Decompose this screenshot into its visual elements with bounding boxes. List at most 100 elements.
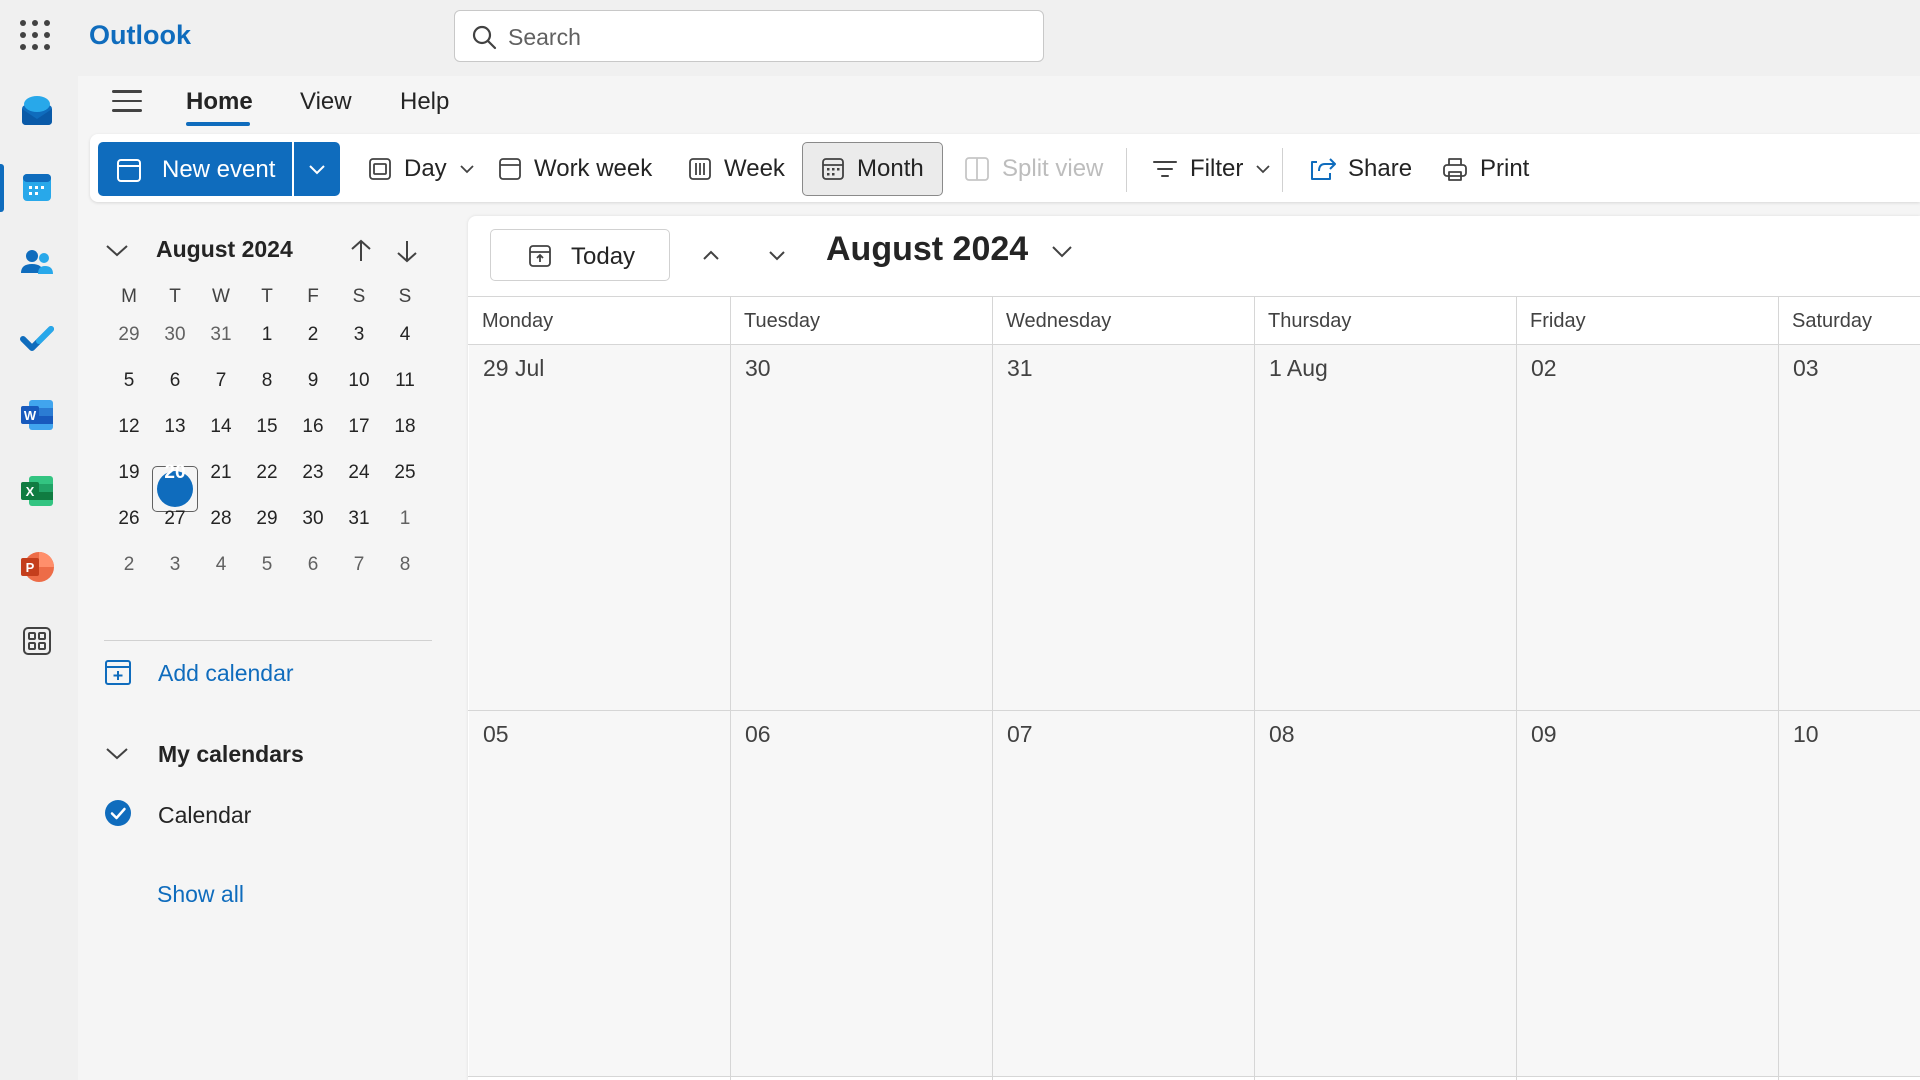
work-week-view-button[interactable]: Work week — [498, 142, 652, 196]
mini-day[interactable]: 24 — [336, 450, 382, 496]
mini-day[interactable]: 13 — [152, 404, 198, 450]
people-icon[interactable] — [16, 242, 58, 284]
calendar-day-cell[interactable]: 08 — [1255, 711, 1517, 1076]
mini-day[interactable]: 8 — [244, 358, 290, 404]
mini-day[interactable]: 17 — [336, 404, 382, 450]
mini-day[interactable]: 6 — [152, 358, 198, 404]
today-label: Today — [571, 243, 636, 270]
calendar-day-cell[interactable]: 29 Jul — [469, 345, 731, 710]
calendar-day-cell[interactable]: 05 — [469, 711, 731, 1076]
calendar-day-cell[interactable]: 03 — [1779, 345, 1920, 710]
calendar-day-cell[interactable]: 31 — [993, 345, 1255, 710]
mini-day[interactable]: 3 — [152, 542, 198, 588]
powerpoint-icon[interactable]: P — [16, 546, 58, 588]
day-number: 31 — [1007, 355, 1033, 381]
share-button[interactable]: Share — [1310, 142, 1412, 196]
mini-day[interactable]: 7 — [336, 542, 382, 588]
mini-day[interactable]: 31 — [198, 312, 244, 358]
app-title[interactable]: Outlook — [89, 20, 191, 51]
mini-day[interactable]: 2 — [290, 312, 336, 358]
calendar-day-cell[interactable]: 1 Aug — [1255, 345, 1517, 710]
mini-day[interactable]: 4 — [198, 542, 244, 588]
tab-help[interactable]: Help — [400, 88, 449, 116]
more-apps-icon[interactable] — [16, 620, 58, 662]
todo-icon[interactable] — [16, 318, 58, 360]
chevron-down-icon[interactable] — [762, 240, 792, 270]
chevron-up-icon[interactable] — [696, 240, 726, 270]
excel-icon[interactable]: X — [16, 470, 58, 512]
mini-day[interactable]: 23 — [290, 450, 336, 496]
calendar-day-cell[interactable]: 30 — [731, 345, 993, 710]
month-view-button[interactable]: Month — [802, 142, 943, 196]
app-launcher-icon[interactable] — [20, 20, 50, 50]
collapse-mini-calendar-icon[interactable] — [104, 240, 130, 260]
hamburger-menu-icon[interactable] — [112, 90, 142, 114]
grid-line — [468, 296, 1920, 297]
calendar-month-title[interactable]: August 2024 — [826, 230, 1074, 269]
mini-day[interactable]: 31 — [336, 496, 382, 542]
mini-day[interactable]: 29 — [244, 496, 290, 542]
mini-day[interactable]: 11 — [382, 358, 428, 404]
mini-day[interactable]: 29 — [106, 312, 152, 358]
mail-icon[interactable] — [16, 90, 58, 132]
mini-day[interactable]: 15 — [244, 404, 290, 450]
tab-view[interactable]: View — [300, 88, 352, 116]
mini-day[interactable]: 30 — [152, 312, 198, 358]
mini-day-today[interactable]: 20 — [152, 450, 198, 496]
mini-day[interactable]: 16 — [290, 404, 336, 450]
mini-calendar-title[interactable]: August 2024 — [156, 236, 293, 263]
mini-day[interactable]: 12 — [106, 404, 152, 450]
week-view-button[interactable]: Week — [688, 142, 785, 196]
mini-day[interactable]: 21 — [198, 450, 244, 496]
search-placeholder[interactable]: Search — [508, 24, 581, 51]
mini-day[interactable]: 25 — [382, 450, 428, 496]
mini-day[interactable]: 28 — [198, 496, 244, 542]
arrow-up-icon[interactable] — [348, 238, 374, 264]
mini-day[interactable]: 4 — [382, 312, 428, 358]
mini-day[interactable]: 10 — [336, 358, 382, 404]
mini-day[interactable]: 27 — [152, 496, 198, 542]
search-box[interactable]: Search — [454, 10, 1044, 62]
mini-day[interactable]: 7 — [198, 358, 244, 404]
calendar-day-cell[interactable]: 02 — [1517, 345, 1779, 710]
mini-day[interactable]: 8 — [382, 542, 428, 588]
calendar-icon[interactable] — [16, 166, 58, 208]
calendar-day-cell[interactable]: 06 — [731, 711, 993, 1076]
my-calendars-header[interactable]: My calendars — [104, 736, 364, 772]
split-view-label: Split view — [1002, 155, 1104, 182]
show-all-link[interactable]: Show all — [157, 881, 244, 908]
mini-day[interactable]: 30 — [290, 496, 336, 542]
new-event-button[interactable]: New event — [98, 142, 292, 196]
add-calendar-button[interactable]: Add calendar — [104, 654, 364, 690]
mini-day[interactable]: 2 — [106, 542, 152, 588]
print-button[interactable]: Print — [1442, 142, 1529, 196]
mini-day[interactable]: 26 — [106, 496, 152, 542]
calendar-day-cell[interactable]: 09 — [1517, 711, 1779, 1076]
calendar-day-cell[interactable]: 07 — [993, 711, 1255, 1076]
mini-day[interactable]: 22 — [244, 450, 290, 496]
mini-day[interactable]: 14 — [198, 404, 244, 450]
calendar-list-item[interactable]: Calendar — [104, 796, 364, 832]
new-event-dropdown-button[interactable] — [294, 142, 340, 196]
filter-icon — [1153, 161, 1177, 177]
mini-day[interactable]: 3 — [336, 312, 382, 358]
filter-button[interactable]: Filter — [1152, 142, 1271, 196]
day-view-button[interactable]: Day — [368, 142, 475, 196]
mini-day[interactable]: 19 — [106, 450, 152, 496]
mini-day[interactable]: 5 — [106, 358, 152, 404]
mini-day[interactable]: 18 — [382, 404, 428, 450]
word-icon[interactable]: W — [16, 394, 58, 436]
mini-day[interactable]: 1 — [382, 496, 428, 542]
mini-dow: F — [307, 286, 319, 307]
split-view-button[interactable]: Split view — [964, 142, 1103, 196]
tab-home[interactable]: Home — [186, 88, 253, 116]
mini-day[interactable]: 9 — [290, 358, 336, 404]
day-of-week-header: Thursday — [1268, 310, 1352, 332]
today-button[interactable]: Today — [490, 229, 670, 281]
mini-day[interactable]: 6 — [290, 542, 336, 588]
mini-day[interactable]: 1 — [244, 312, 290, 358]
print-label: Print — [1480, 155, 1530, 182]
mini-day[interactable]: 5 — [244, 542, 290, 588]
arrow-down-icon[interactable] — [394, 238, 420, 264]
calendar-day-cell[interactable]: 10 — [1779, 711, 1920, 1076]
